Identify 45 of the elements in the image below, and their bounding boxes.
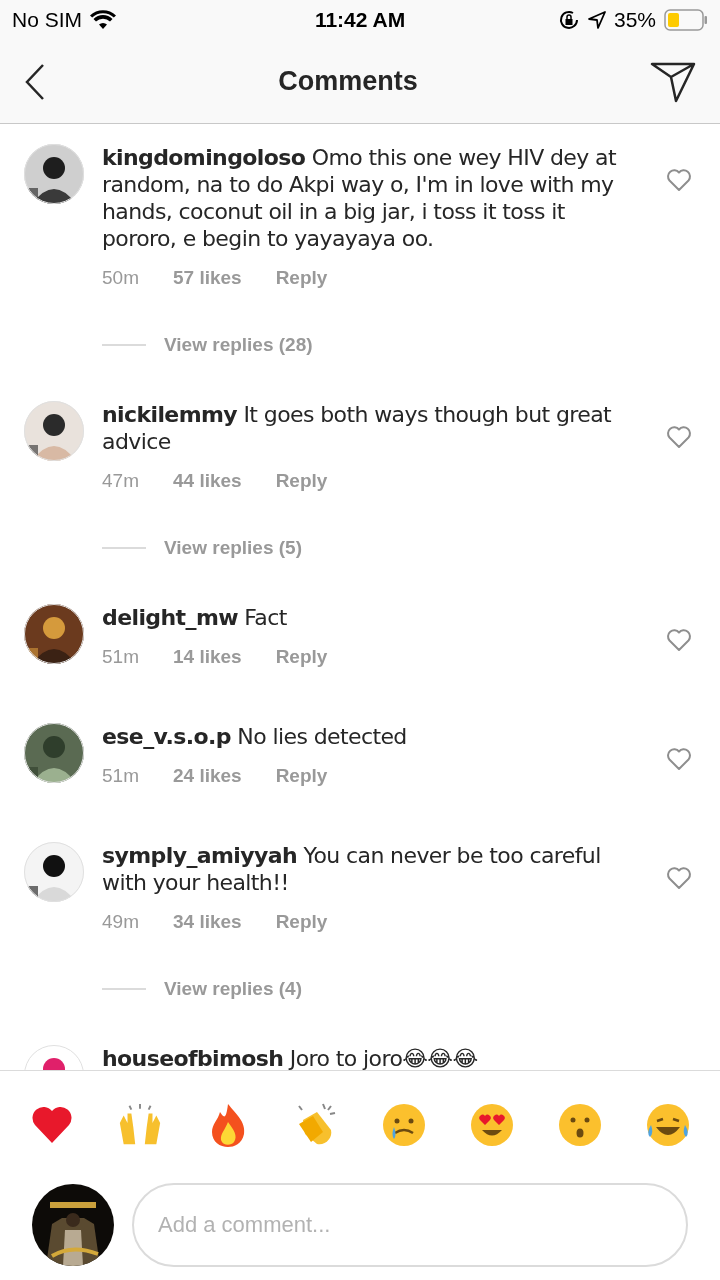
view-replies-link[interactable]: View replies (28) <box>164 330 313 360</box>
battery-icon <box>664 9 708 31</box>
laughing-face-icon[interactable] <box>646 1103 690 1147</box>
comment-time: 50m <box>102 265 139 290</box>
page-title: Comments <box>278 65 418 99</box>
likes-count[interactable]: 24 likes <box>172 761 242 791</box>
heart-icon[interactable] <box>30 1105 74 1145</box>
comment-text: kingdomingoloso Omo this one wey HIV dey at random, na to do Akpi way o, I'm in love with my hands, coconut oil in a big jar, i toss it toss it pororo, e begin to yayayaya oo. <box>102 144 617 252</box>
location-icon <box>588 11 606 29</box>
crying-face-icon[interactable] <box>382 1103 426 1147</box>
comment-text: houseofbimosh Joro to joro😂😂😂 <box>102 1045 479 1070</box>
battery-percent: 35% <box>614 7 656 34</box>
reply-link[interactable]: Reply <box>275 263 328 293</box>
view-replies-link[interactable]: View replies (4) <box>164 974 302 1004</box>
comment-time: 47m <box>102 468 139 493</box>
surprised-face-icon[interactable] <box>558 1103 602 1147</box>
reply-link[interactable]: Reply <box>275 761 328 791</box>
comment-time: 49m <box>102 909 139 934</box>
comment-text: ese_v.s.o.p No lies detected <box>102 723 408 750</box>
reply-link[interactable]: Reply <box>275 466 328 496</box>
heart-icon[interactable] <box>666 866 692 890</box>
carrier-name: No SIM <box>12 7 82 34</box>
clock-time: 11:42 AM <box>314 7 406 34</box>
comment-text: symply_amiyyah You can never be too careful with your health!! <box>102 842 602 896</box>
comment-time: 51m <box>102 644 139 669</box>
likes-count[interactable]: 57 likes <box>172 263 242 293</box>
back-icon[interactable] <box>24 62 46 101</box>
likes-count[interactable]: 14 likes <box>172 642 242 672</box>
likes-count[interactable]: 44 likes <box>172 466 242 496</box>
comment-time: 51m <box>102 763 139 788</box>
rotation-lock-icon <box>558 9 580 31</box>
view-replies-link[interactable]: View replies (5) <box>164 533 302 563</box>
heart-icon[interactable] <box>666 425 692 449</box>
heart-icon[interactable] <box>666 747 692 771</box>
comment-text: nickilemmy It goes both ways though but great advice <box>102 401 613 455</box>
send-icon[interactable] <box>650 60 696 103</box>
comment-field[interactable]: Add a comment... <box>132 1183 688 1267</box>
likes-count[interactable]: 34 likes <box>172 907 242 937</box>
heart-icon[interactable] <box>666 628 692 652</box>
comment-text: delight_mw Fact <box>102 604 288 631</box>
wifi-icon <box>90 10 116 30</box>
heart-eyes-icon[interactable] <box>470 1103 514 1147</box>
reply-link[interactable]: Reply <box>275 642 328 672</box>
heart-icon[interactable] <box>666 168 692 192</box>
reply-link[interactable]: Reply <box>275 907 328 937</box>
